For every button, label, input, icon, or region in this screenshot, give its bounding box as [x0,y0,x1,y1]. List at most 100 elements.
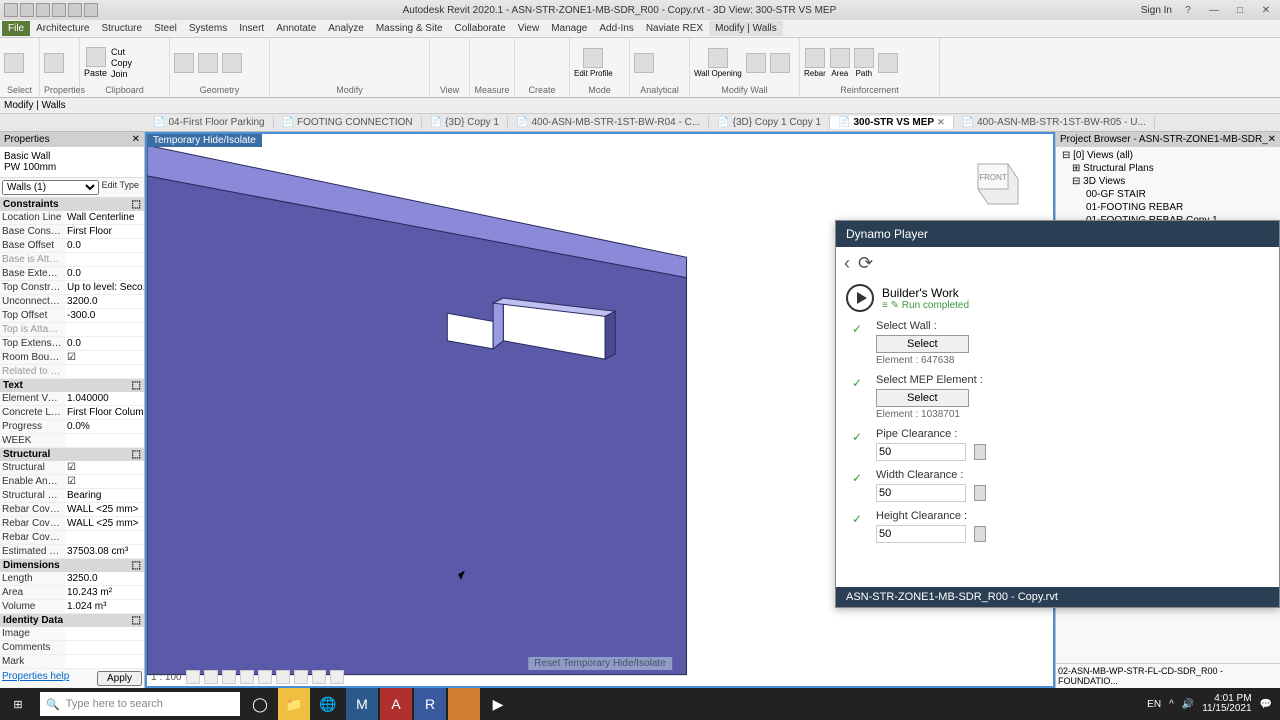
prop-row[interactable]: Element Volume1.040000 [0,392,144,406]
revit-icon[interactable] [4,3,18,17]
prop-row[interactable]: Image [0,627,144,641]
width-clearance-input[interactable] [876,484,966,502]
close-icon[interactable]: ✕ [132,134,140,145]
tab-manage[interactable]: Manage [545,21,593,36]
prop-value[interactable]: WALL <25 mm> [65,503,144,516]
prop-row[interactable]: Mark [0,655,144,669]
maximize-button[interactable]: □ [1230,5,1250,16]
prop-group-header[interactable]: Text⬚ [0,379,144,392]
tab-insert[interactable]: Insert [233,21,270,36]
dynamo-title[interactable]: Dynamo Player [836,221,1279,247]
tree-node[interactable]: ⊟ [0] Views (all) [1058,149,1278,162]
tray-chevron-icon[interactable]: ^ [1169,699,1174,710]
prop-row[interactable]: Top Offset-300.0 [0,309,144,323]
tab-architecture[interactable]: Architecture [30,21,95,36]
qat-save[interactable] [36,3,50,17]
revit-icon[interactable]: R [414,688,446,720]
prop-row[interactable]: Base ConstraintFirst Floor [0,225,144,239]
qat-undo[interactable] [52,3,66,17]
doc-tab[interactable]: 📄 400-ASN-MB-STR-1ST-BW-R05 - U... [954,116,1155,129]
prop-value[interactable]: ☑ [65,351,144,364]
type-selector[interactable]: Basic Wall PW 100mm [0,147,144,178]
viewbar-icon[interactable] [312,670,326,684]
viewbar-icon[interactable] [222,670,236,684]
tab-modify-walls[interactable]: Modify | Walls [709,21,783,36]
prop-value[interactable]: 3200.0 [65,295,144,308]
chrome-icon[interactable]: 🌐 [312,688,344,720]
tree-node[interactable]: ⊟ 3D Views [1058,175,1278,188]
rebar-icon[interactable] [805,48,825,68]
doc-tab[interactable]: 📄 {3D} Copy 1 Copy 1 [709,116,830,129]
geom1-icon[interactable] [174,53,194,73]
prop-row[interactable]: WEEK [0,434,144,448]
prop-value[interactable] [65,434,144,447]
viewbar-icon[interactable] [240,670,254,684]
viewbar-icon[interactable] [204,670,218,684]
prop-row[interactable]: Rebar Cover - E...WALL <25 mm> [0,503,144,517]
browser-item[interactable]: 02-ASN-MB-WP-STR-FL-CD-SDR_R00 - FOUNDAT… [1058,666,1278,686]
viewbar-icon[interactable] [330,670,344,684]
close-icon[interactable]: ✕ [937,117,945,128]
viewcube[interactable]: FRONT [963,154,1023,214]
prop-value[interactable]: ☑ [65,475,144,488]
apply-button[interactable]: Apply [97,671,142,686]
back-icon[interactable]: ‹ [844,253,850,274]
autocad-icon[interactable]: A [380,688,412,720]
prop-value[interactable]: 0.0 [65,239,144,252]
lang-indicator[interactable]: EN [1147,699,1161,710]
prop-value[interactable]: -300.0 [65,309,144,322]
geom2-icon[interactable] [198,53,218,73]
slider-handle[interactable] [974,444,986,460]
properties-help-link[interactable]: Properties help [2,671,69,686]
select-mep-button[interactable]: Select [876,389,969,407]
viewbar-icon[interactable] [258,670,272,684]
modify-icon[interactable] [4,53,24,73]
prop-value[interactable]: 0.0 [65,267,144,280]
prop-value[interactable]: Up to level: Seco... [65,281,144,294]
prop-row[interactable]: Top is Attached [0,323,144,337]
tree-node[interactable]: 00-GF STAIR [1058,188,1278,201]
highlight-icon[interactable] [634,53,654,73]
prop-value[interactable] [65,655,144,668]
prop-row[interactable]: Related to Mass [0,365,144,379]
prop-row[interactable]: Length3250.0 [0,572,144,586]
app-icon[interactable] [448,688,480,720]
prop-value[interactable]: Bearing [65,489,144,502]
prop-row[interactable]: Area10.243 m² [0,586,144,600]
prop-value[interactable] [65,253,144,266]
tab-annotate[interactable]: Annotate [270,21,322,36]
copy-tool[interactable]: Copy [111,58,132,68]
wallop-icon[interactable] [708,48,728,68]
tree-node[interactable]: ⊞ Structural Plans [1058,162,1278,175]
prop-value[interactable]: WALL <25 mm> [65,517,144,530]
edit-type-button[interactable]: Edit Type [99,180,142,195]
prop-value[interactable]: 1.040000 [65,392,144,405]
clock[interactable]: 4:01 PM 11/15/2021 [1202,694,1251,714]
tab-addins[interactable]: Add-Ins [593,21,639,36]
doc-tab[interactable]: 📄 04-First Floor Parking [145,116,274,129]
prop-value[interactable] [65,531,144,544]
minimize-button[interactable]: — [1204,5,1224,16]
doc-tab[interactable]: 📄 {3D} Copy 1 [422,116,508,129]
paste-icon[interactable] [86,47,106,67]
prop-row[interactable]: Structural☑ [0,461,144,475]
prop-row[interactable]: Top Extension ...0.0 [0,337,144,351]
prop-group-header[interactable]: Identity Data⬚ [0,614,144,627]
height-clearance-input[interactable] [876,525,966,543]
tab-view[interactable]: View [512,21,546,36]
scale-label[interactable]: 1 : 100 [151,672,182,683]
pipe-clearance-input[interactable] [876,443,966,461]
search-box[interactable]: 🔍 Type here to search [40,692,240,716]
notifications-icon[interactable]: 💬 [1260,699,1272,710]
prop-group-header[interactable]: Constraints⬚ [0,198,144,211]
tab-systems[interactable]: Systems [183,21,233,36]
cut-tool[interactable]: Cut [111,47,132,57]
tab-steel[interactable]: Steel [148,21,183,36]
signin-link[interactable]: Sign In [1141,5,1172,16]
prop-row[interactable]: Rebar Cover - I...WALL <25 mm> [0,517,144,531]
tab-collaborate[interactable]: Collaborate [449,21,512,36]
prop-row[interactable]: Concrete Locati...First Floor Column [0,406,144,420]
reset-temp-hide-hint[interactable]: Reset Temporary Hide/Isolate [528,657,672,670]
prop-value[interactable]: 10.243 m² [65,586,144,599]
tree-node[interactable]: 01-FOOTING REBAR [1058,201,1278,214]
